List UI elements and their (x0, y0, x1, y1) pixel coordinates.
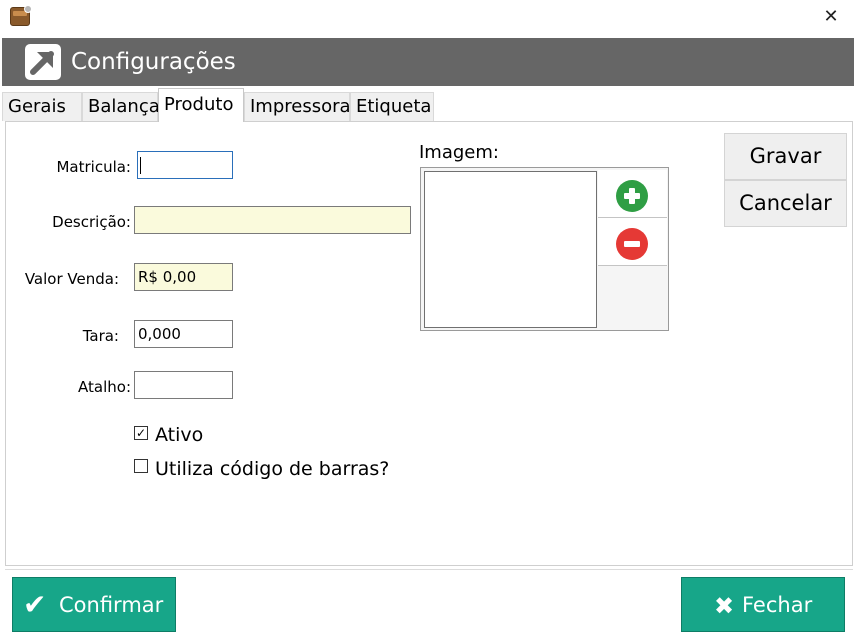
atalho-label: Atalho: (78, 378, 131, 396)
footer-divider (5, 569, 853, 570)
tab-impressora[interactable]: Impressora (244, 92, 351, 121)
remove-image-button[interactable] (598, 218, 667, 266)
title-bar: ✕ (0, 0, 854, 36)
add-image-button[interactable] (598, 170, 667, 218)
save-button[interactable]: Gravar (724, 133, 847, 180)
ativo-label: Ativo (155, 424, 204, 446)
minus-icon (616, 228, 648, 260)
cancel-button[interactable]: Cancelar (724, 180, 847, 227)
tara-label: Tara: (82, 327, 119, 345)
close-icon: ✖ (714, 592, 735, 620)
checkmark-icon: ✔ (23, 588, 47, 621)
arrow-logo-icon (25, 44, 61, 80)
barcode-label: Utiliza código de barras? (155, 458, 390, 480)
barcode-checkbox[interactable] (134, 459, 148, 473)
close-label: Fechar (742, 593, 813, 617)
tab-gerais[interactable]: Gerais (2, 92, 82, 121)
valor-venda-label: Valor Venda: (24, 270, 119, 288)
tab-etiqueta[interactable]: Etiqueta (350, 92, 434, 121)
close-window-button[interactable]: ✕ (818, 5, 844, 29)
text-caret (140, 157, 141, 174)
check-icon: ✓ (135, 426, 147, 440)
product-panel: Matricula: Descrição: Valor Venda: R$ 0,… (5, 121, 853, 566)
confirm-button[interactable]: ✔ Confirmar (12, 577, 176, 632)
tara-field[interactable]: 0,000 (134, 320, 233, 348)
tab-bar: Gerais Balança Produto Impressora Etique… (2, 88, 854, 122)
image-box (420, 167, 669, 331)
descricao-field[interactable] (134, 206, 411, 234)
page-title: Configurações (71, 49, 236, 75)
image-preview[interactable] (424, 171, 597, 328)
app-icon (10, 5, 32, 26)
close-button[interactable]: ✖ Fechar (681, 577, 845, 632)
atalho-field[interactable] (134, 371, 233, 399)
plus-icon (616, 180, 648, 212)
page-header: Configurações (2, 38, 854, 86)
valor-venda-field[interactable]: R$ 0,00 (134, 263, 233, 291)
confirm-label: Confirmar (59, 593, 164, 617)
ativo-checkbox[interactable]: ✓ (134, 426, 148, 440)
image-label: Imagem: (419, 142, 499, 163)
tab-produto[interactable]: Produto (158, 88, 244, 122)
descricao-label: Descrição: (52, 213, 131, 231)
matricula-field[interactable] (137, 151, 233, 179)
matricula-label: Matricula: (56, 158, 131, 176)
tab-balanca[interactable]: Balança (82, 92, 160, 121)
